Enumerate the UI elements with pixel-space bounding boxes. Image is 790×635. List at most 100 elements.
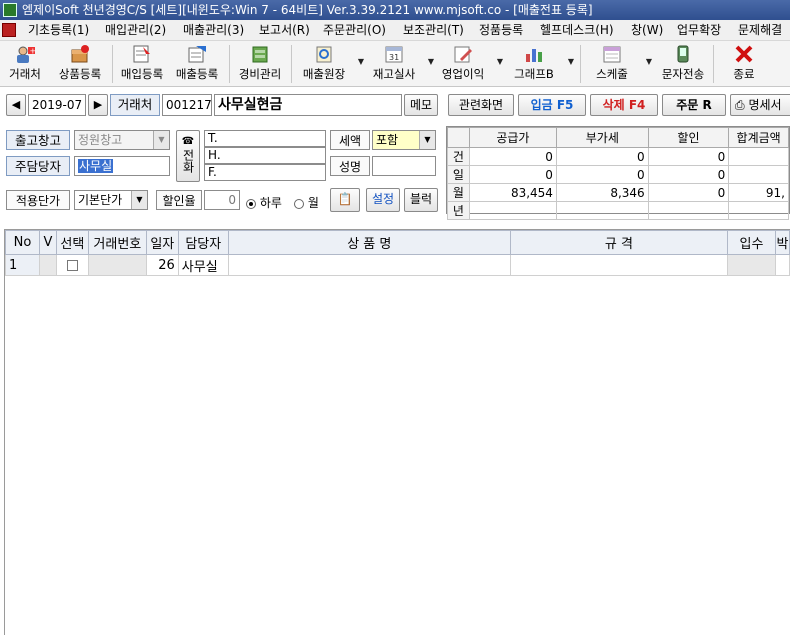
radio-month[interactable] [294, 198, 304, 209]
menu-helpdesk[interactable]: 헬프데스크(H) [540, 22, 614, 39]
menu-extension[interactable]: 업무확장 [677, 22, 721, 39]
toolbar-separator [713, 45, 714, 83]
tax-select[interactable]: 포함 ▼ [372, 130, 436, 150]
phone-button[interactable]: ☎ 전화 [176, 130, 200, 182]
table-row[interactable]: 1 26 사무실 [5, 254, 790, 276]
summary-header-discount: 할인 [647, 127, 730, 148]
chevron-down-icon[interactable]: ▼ [419, 131, 435, 149]
sales-icon [186, 44, 208, 64]
settings-button[interactable]: 설정 [366, 188, 400, 212]
summary-cell: 0 [647, 147, 730, 166]
calculator-button[interactable]: 📋 [330, 188, 360, 212]
prev-month-button[interactable]: ◀ [6, 94, 26, 116]
customer-name-field[interactable]: 사무실현금 [214, 94, 402, 116]
column-header-box[interactable]: 박 [774, 230, 790, 255]
schedule-button[interactable]: 스케줄 ▼ [586, 43, 652, 85]
next-month-button[interactable]: ▶ [88, 94, 108, 116]
app-icon [3, 3, 17, 17]
system-menu-icon[interactable] [2, 23, 16, 37]
menu-troubleshoot[interactable]: 문제해결 [738, 22, 782, 39]
summary-cell: 8,346 [555, 183, 649, 202]
column-header-trade-no[interactable]: 거래번호 [87, 230, 147, 255]
month-radio[interactable]: 월 [294, 194, 319, 211]
deposit-button[interactable]: 입금 F5 [518, 94, 586, 116]
menu-basic[interactable]: 기초등록(1) [28, 22, 89, 39]
chevron-down-icon[interactable]: ▼ [497, 57, 503, 66]
summary-cell: 0 [468, 147, 557, 166]
sms-button[interactable]: 문자전송 [657, 43, 709, 85]
expense-button[interactable]: 경비관리 [234, 43, 286, 85]
exit-button[interactable]: 종료 [722, 43, 766, 85]
manager-label[interactable]: 주담당자 [6, 156, 70, 176]
warehouse-select[interactable]: 정원창고 ▼ [74, 130, 170, 150]
column-header-v[interactable]: V [38, 230, 57, 255]
chevron-down-icon[interactable]: ▼ [568, 57, 574, 66]
menu-orders[interactable]: 주문관리(O) [323, 22, 386, 39]
chevron-down-icon[interactable]: ▼ [358, 57, 364, 66]
order-button[interactable]: 주문 R [662, 94, 726, 116]
phone-f-field[interactable]: F. [204, 164, 326, 181]
column-header-manager[interactable]: 담당자 [177, 230, 229, 255]
cell-manager[interactable]: 사무실 [177, 254, 229, 276]
toolbar-separator [112, 45, 113, 83]
column-header-product[interactable]: 상 품 명 [227, 230, 511, 255]
statement-button[interactable]: ⎙ 명세서 [730, 94, 790, 116]
sales-ledger-button[interactable]: 매출원장 ▼ [298, 43, 364, 85]
purchase-register-button[interactable]: 매입등록 [116, 43, 168, 85]
summary-cell [555, 201, 649, 220]
row-checkbox[interactable] [66, 259, 78, 271]
purchase-icon [131, 44, 153, 64]
cell-date[interactable]: 26 [145, 254, 179, 276]
chevron-down-icon[interactable]: ▼ [646, 57, 652, 66]
phone-icon [672, 44, 694, 64]
delete-button[interactable]: 삭제 F4 [590, 94, 658, 116]
profit-button[interactable]: 영업이익 ▼ [437, 43, 503, 85]
discount-field[interactable]: 0 [204, 190, 240, 210]
customer-code-field[interactable]: 001217 [162, 94, 212, 116]
day-radio[interactable]: 하루 [246, 194, 282, 211]
column-header-select[interactable]: 선택 [55, 230, 89, 255]
cell-select[interactable] [55, 254, 89, 276]
price-select[interactable]: 기본단가 ▼ [74, 190, 148, 210]
chevron-down-icon[interactable]: ▼ [153, 131, 169, 149]
menu-reports[interactable]: 보고서(R) [259, 22, 310, 39]
summary-header-total: 합계금액 [728, 127, 789, 148]
warehouse-label[interactable]: 출고창고 [6, 130, 70, 150]
cell-spec[interactable] [509, 254, 729, 276]
graph-button[interactable]: 그래프B ▼ [508, 43, 574, 85]
block-button[interactable]: 블럭 [404, 188, 438, 212]
customer-label[interactable]: 거래처 [110, 94, 160, 116]
inventory-check-button[interactable]: 31 재고실사 ▼ [368, 43, 434, 85]
chevron-down-icon[interactable]: ▼ [131, 191, 147, 209]
column-header-qty[interactable]: 입수 [727, 230, 776, 255]
name-field[interactable] [372, 156, 436, 176]
product-register-button[interactable]: 상품등록 [54, 43, 106, 85]
menu-aux[interactable]: 보조관리(T) [403, 22, 464, 39]
name-label: 성명 [330, 156, 370, 176]
summary-cell: 0 [647, 183, 730, 202]
cell-product[interactable] [227, 254, 511, 276]
radio-day[interactable] [246, 198, 256, 209]
summary-cell: 91, [728, 183, 789, 202]
toolbar-separator [580, 45, 581, 83]
phone-t-field[interactable]: T. [204, 130, 326, 147]
sales-register-button[interactable]: 매출등록 [171, 43, 223, 85]
related-screen-button[interactable]: 관련화면 [448, 94, 514, 116]
menu-sales[interactable]: 매출관리(3) [183, 22, 244, 39]
chevron-down-icon[interactable]: ▼ [428, 57, 434, 66]
customer-button[interactable]: + 거래처 [3, 43, 47, 85]
column-header-date[interactable]: 일자 [145, 230, 179, 255]
box-icon [69, 44, 91, 64]
menu-purchase[interactable]: 매입관리(2) [105, 22, 166, 39]
manager-field[interactable]: 사무실 [74, 156, 170, 176]
date-field[interactable]: 2019-07 [28, 94, 86, 116]
menu-license[interactable]: 정품등록 [479, 22, 523, 39]
summary-cell: 83,454 [468, 183, 557, 202]
calendar-icon: 31 [383, 44, 405, 64]
column-header-no[interactable]: No [5, 230, 40, 255]
column-header-spec[interactable]: 규 격 [509, 230, 729, 255]
memo-button[interactable]: 메모 [404, 94, 438, 116]
phone-h-field[interactable]: H. [204, 147, 326, 164]
sales-items-grid[interactable]: No V 선택 거래번호 일자 담당자 상 품 명 규 격 입수 박 1 26 … [4, 229, 790, 635]
menu-window[interactable]: 창(W) [631, 22, 663, 39]
